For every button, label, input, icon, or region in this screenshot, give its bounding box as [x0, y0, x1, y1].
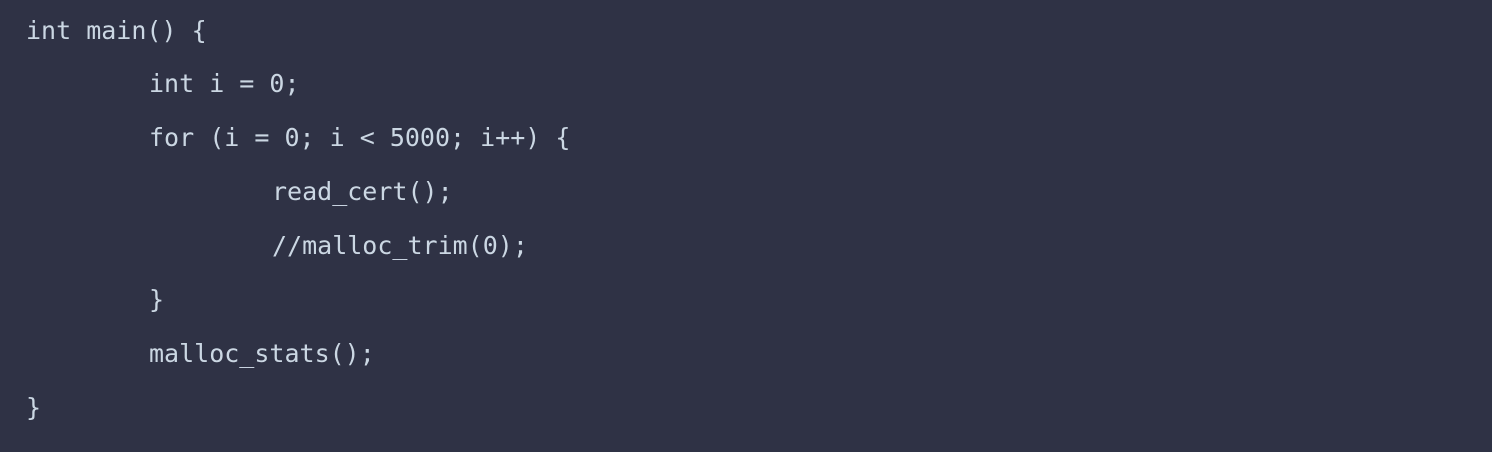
code-line-main-signature: int main() {: [26, 16, 207, 45]
code-block: int main() { int i = 0; for (i = 0; i < …: [0, 0, 1492, 452]
code-line-main-close-brace: }: [26, 393, 42, 422]
code-line-for-loop: for (i = 0; i < 5000; i++) {: [149, 123, 571, 152]
code-line-loop-close-brace: }: [149, 285, 165, 314]
code-line-malloc-trim-comment: //malloc_trim(0);: [272, 231, 528, 260]
code-line-read-cert: read_cert();: [272, 177, 453, 206]
code-line-int-i: int i = 0;: [149, 69, 300, 98]
code-line-malloc-stats: malloc_stats();: [149, 339, 375, 368]
